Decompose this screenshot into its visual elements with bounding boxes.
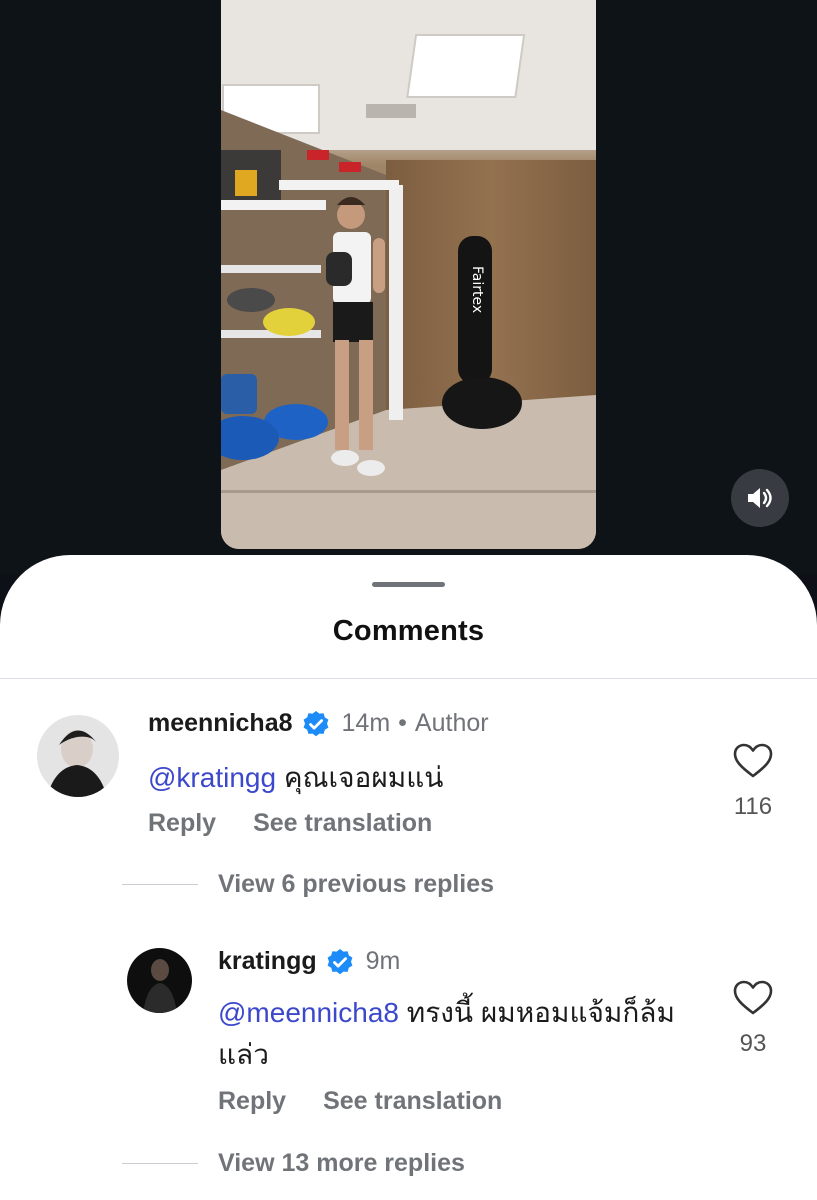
video-area: Fairtex: [0, 0, 817, 575]
avatar[interactable]: [127, 948, 192, 1013]
heart-icon[interactable]: [733, 743, 773, 779]
verified-badge-icon: [303, 710, 328, 736]
comment-body: คุณเจอผมแน่: [276, 762, 444, 793]
speaker-icon: [748, 488, 772, 508]
reply-thread-line: [122, 1163, 198, 1164]
view-replies-label: View 6 previous replies: [218, 870, 495, 898]
mute-toggle-button[interactable]: [731, 469, 789, 527]
timestamp: 9m: [365, 947, 401, 975]
view-replies-label: View 13 more replies: [218, 1149, 465, 1177]
comment-header: kratingg 9m: [218, 947, 400, 976]
heart-icon[interactable]: [733, 980, 773, 1016]
separator-dot: •: [398, 709, 407, 737]
see-translation-button[interactable]: See translation: [253, 809, 432, 838]
comment-text: @meennicha8 ทรงนี้ ผมหอมแจ้มก็ล้มแล่ว: [218, 992, 708, 1076]
video-frame-image: Fairtex: [221, 0, 596, 549]
comment-actions: Reply See translation: [148, 809, 432, 838]
verified-badge-icon: [327, 948, 353, 974]
view-replies-button[interactable]: View 6 previous replies: [122, 870, 494, 899]
like-count: 93: [739, 1030, 767, 1057]
see-translation-button[interactable]: See translation: [323, 1087, 502, 1116]
like-count: 116: [733, 793, 773, 820]
reply-thread-line: [122, 884, 198, 885]
timestamp: 14m: [341, 709, 391, 737]
view-replies-button[interactable]: View 13 more replies: [122, 1149, 465, 1178]
comment-text: @kratingg คุณเจอผมแน่: [148, 757, 708, 799]
avatar[interactable]: [37, 715, 119, 797]
sheet-title: Comments: [332, 615, 485, 647]
comment-header: meennicha8 14m • Author: [148, 709, 489, 738]
comments-sheet: Comments meennicha8 14m • Author @kratin…: [0, 555, 817, 1200]
comment-actions: Reply See translation: [218, 1087, 502, 1116]
username[interactable]: kratingg: [218, 947, 317, 976]
divider: [0, 678, 817, 679]
drag-handle[interactable]: [372, 582, 445, 587]
mention-link[interactable]: @kratingg: [148, 762, 276, 793]
punching-bag-brand: Fairtex: [469, 266, 485, 313]
reply-button[interactable]: Reply: [218, 1087, 286, 1116]
mention-link[interactable]: @meennicha8: [218, 997, 399, 1028]
author-tag: Author: [414, 709, 489, 737]
reply-button[interactable]: Reply: [148, 809, 216, 838]
video-player[interactable]: Fairtex: [221, 0, 596, 549]
username[interactable]: meennicha8: [148, 709, 293, 738]
